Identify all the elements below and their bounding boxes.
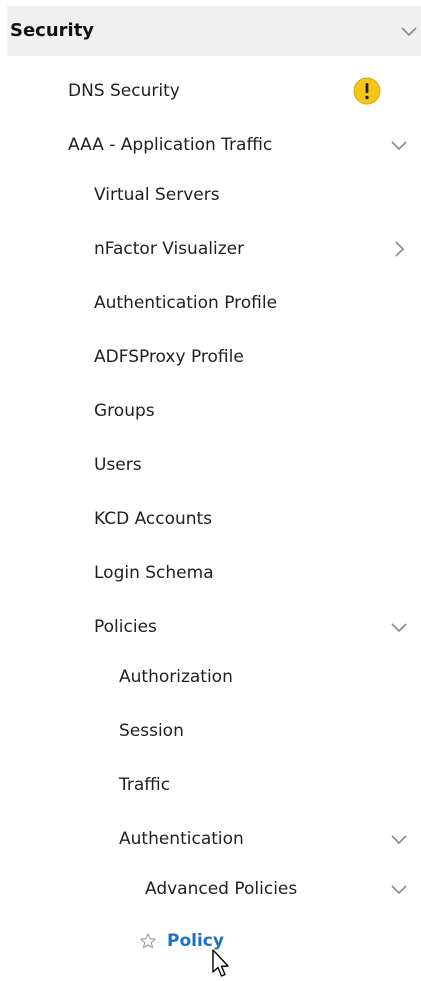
- nav-item-session[interactable]: Session: [0, 704, 421, 758]
- nav-label: Policies: [94, 616, 157, 637]
- nav-label: Authentication Profile: [94, 292, 278, 313]
- star-icon[interactable]: [139, 932, 157, 950]
- nav-item-traffic[interactable]: Traffic: [0, 758, 421, 812]
- nav-label: Authentication: [119, 828, 244, 849]
- nav-label: Login Schema: [94, 562, 214, 583]
- chevron-right-icon[interactable]: [389, 239, 409, 259]
- nav-label: Advanced Policies: [145, 878, 298, 899]
- nav-item-virtual-servers[interactable]: Virtual Servers: [0, 168, 421, 222]
- nav-item-login-schema[interactable]: Login Schema: [0, 546, 421, 600]
- nav-label: nFactor Visualizer: [94, 238, 245, 259]
- nav-item-kcd-accounts[interactable]: KCD Accounts: [0, 492, 421, 546]
- chevron-down-icon[interactable]: [389, 135, 409, 155]
- nav-label: Virtual Servers: [94, 184, 220, 205]
- nav-item-authentication[interactable]: Authentication: [0, 812, 421, 866]
- chevron-down-icon[interactable]: [389, 617, 409, 637]
- nav-item-advanced-policies[interactable]: Advanced Policies: [0, 862, 421, 916]
- nav-item-adfsproxy-profile[interactable]: ADFSProxy Profile: [0, 330, 421, 384]
- mouse-cursor-icon: [208, 948, 236, 981]
- nav-item-users[interactable]: Users: [0, 438, 421, 492]
- nav-label: Policy: [167, 930, 224, 951]
- nav-item-aaa-application-traffic[interactable]: AAA - Application Traffic: [0, 118, 421, 172]
- nav-section-security[interactable]: Security: [7, 6, 421, 56]
- sidebar-navigation: Security DNS Security AAA - Application …: [0, 0, 421, 981]
- nav-label: Traffic: [119, 774, 171, 795]
- nav-label: AAA - Application Traffic: [68, 134, 273, 155]
- nav-label: Security: [10, 20, 95, 41]
- warning-icon: [352, 76, 382, 106]
- nav-label: Authorization: [119, 666, 233, 687]
- nav-label: Groups: [94, 400, 155, 421]
- nav-label: ADFSProxy Profile: [94, 346, 244, 367]
- chevron-down-icon[interactable]: [389, 829, 409, 849]
- nav-label: Session: [119, 720, 184, 741]
- chevron-down-icon[interactable]: [389, 879, 409, 899]
- nav-item-authentication-profile[interactable]: Authentication Profile: [0, 276, 421, 330]
- nav-label: KCD Accounts: [94, 508, 213, 529]
- nav-item-groups[interactable]: Groups: [0, 384, 421, 438]
- nav-item-policies[interactable]: Policies: [0, 600, 421, 654]
- nav-item-nfactor-visualizer[interactable]: nFactor Visualizer: [0, 222, 421, 276]
- nav-item-dns-security[interactable]: DNS Security: [0, 64, 421, 118]
- nav-label: Users: [94, 454, 142, 475]
- nav-label: DNS Security: [68, 80, 180, 101]
- nav-item-authorization[interactable]: Authorization: [0, 650, 421, 704]
- chevron-down-icon[interactable]: [399, 21, 419, 41]
